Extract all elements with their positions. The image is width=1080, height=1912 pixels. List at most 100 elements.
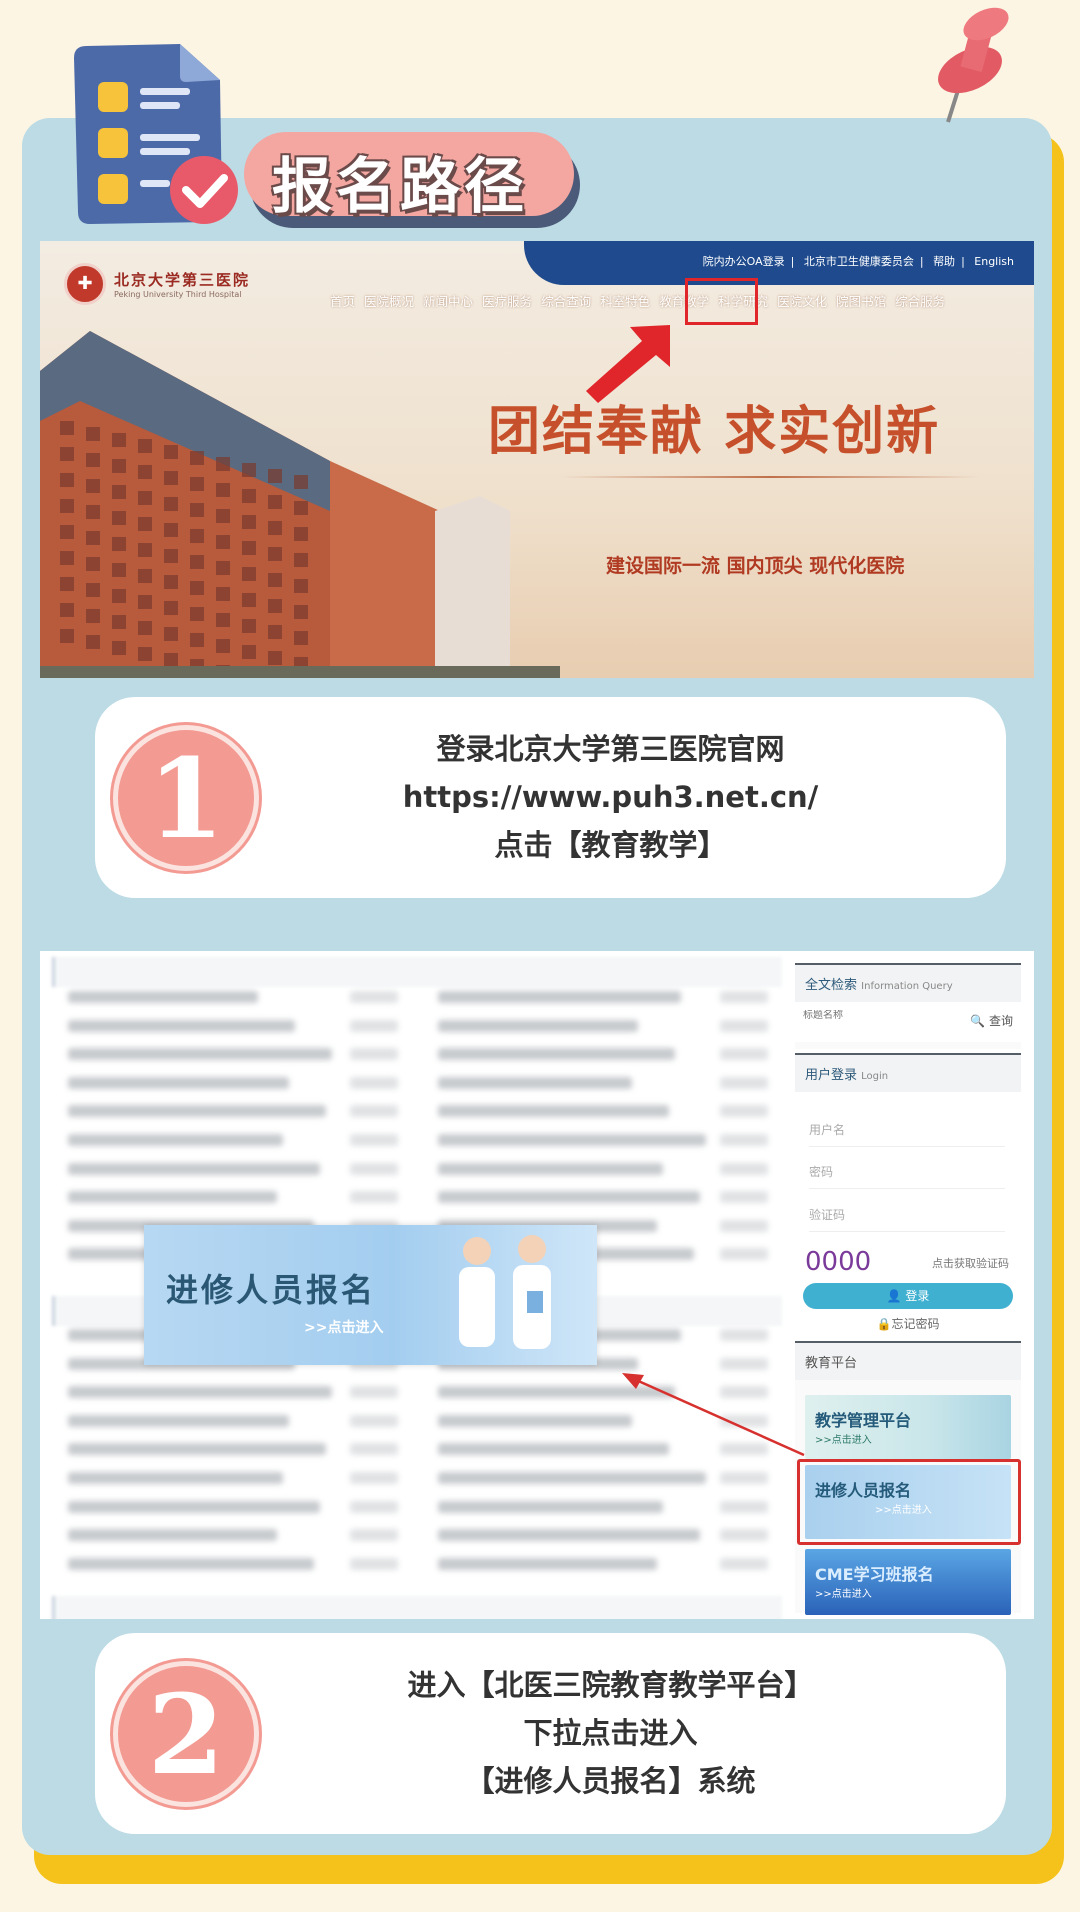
window <box>242 645 256 659</box>
blurred-date <box>350 1048 398 1061</box>
window <box>138 543 152 557</box>
blurred-date <box>720 1329 768 1341</box>
window <box>268 651 282 665</box>
blurred-row <box>68 1134 283 1146</box>
cme-registration-banner[interactable]: CME学习班报名 >>点击进入 <box>805 1549 1011 1615</box>
teaching-management-banner[interactable]: 教学管理平台 >>点击进入 <box>805 1395 1011 1459</box>
checklist-document-icon <box>74 44 238 224</box>
window <box>86 479 100 493</box>
banner-title: CME学习班报名 <box>815 1565 934 1584</box>
captcha-input[interactable]: 验证码 <box>809 1206 1005 1232</box>
window <box>242 567 256 581</box>
window <box>164 471 178 485</box>
doctor-nurse-illustration <box>459 1235 551 1349</box>
blurred-date <box>350 1076 398 1089</box>
top-links: 院内办公OA登录 | 北京市卫生健康委员会 | 帮助 | English <box>702 255 1014 268</box>
slogan: 团结奉献 求实创新 <box>488 402 941 462</box>
window <box>112 459 126 473</box>
window <box>164 653 178 667</box>
window <box>294 501 308 515</box>
nav-item[interactable]: 医院概况 <box>364 291 414 310</box>
blurred-date <box>720 1357 768 1370</box>
window <box>268 599 282 613</box>
captcha-image[interactable]: 0000 <box>805 1247 871 1277</box>
portal-sidebar: 全文检索 Information Query 🔍 查询 用户登录 Login 用… <box>795 963 1021 1615</box>
window <box>86 609 100 623</box>
window <box>138 517 152 531</box>
blurred-date <box>350 1414 398 1427</box>
blurred-row <box>438 1414 632 1427</box>
user-icon: 👤 <box>886 1289 902 1303</box>
blurred-row <box>68 1386 332 1399</box>
blurred-row <box>68 1500 320 1513</box>
login-button[interactable]: 👤 登录 <box>803 1283 1013 1309</box>
step-1-line-3: 点击【教育教学】 <box>494 828 727 862</box>
nav-item[interactable]: 院图书馆 <box>836 291 886 310</box>
window <box>294 631 308 645</box>
oa-login-link[interactable]: 院内办公OA登录 <box>703 255 785 268</box>
window <box>268 625 282 639</box>
trainee-registration-zoomed-banner[interactable]: 进修人员报名 >>点击进入 <box>144 1225 597 1365</box>
get-code-link[interactable]: 点击获取验证码 <box>932 1255 1009 1271</box>
health-commission-link[interactable]: 北京市卫生健康委员会 <box>804 255 914 268</box>
search-title-en: Information Query <box>861 981 953 992</box>
window <box>268 495 282 509</box>
window <box>86 427 100 441</box>
window <box>138 647 152 661</box>
window <box>294 579 308 593</box>
blurred-row <box>68 991 258 1003</box>
window <box>190 451 204 465</box>
overlay-link: >>点击进入 <box>304 1320 384 1336</box>
window <box>86 557 100 571</box>
step-2-card: 2 进入【北医三院教育教学平台】 下拉点击进入 【进修人员报名】系统 <box>95 1633 1006 1834</box>
nav-item[interactable]: 科室特色 <box>600 291 650 310</box>
window <box>216 639 230 653</box>
blurred-row <box>438 1472 706 1484</box>
window <box>242 541 256 555</box>
window <box>268 521 282 535</box>
search-button[interactable]: 🔍 查询 <box>970 1012 1013 1029</box>
window <box>60 525 74 539</box>
search-title: 全文检索 <box>805 978 858 993</box>
window <box>216 587 230 601</box>
checkmark-icon <box>170 156 238 224</box>
window <box>112 641 126 655</box>
blurred-date <box>350 1019 398 1032</box>
blurred-row <box>438 1134 706 1146</box>
nav-item[interactable]: 医疗服务 <box>482 291 532 310</box>
window <box>138 465 152 479</box>
nav-item[interactable]: 综合服务 <box>895 291 945 310</box>
password-input[interactable]: 密码 <box>809 1163 1005 1189</box>
window <box>190 581 204 595</box>
window <box>216 613 230 627</box>
blurred-date <box>720 1500 768 1513</box>
nav-item[interactable]: 首页 <box>330 291 355 310</box>
platform-title: 教育平台 <box>795 1343 1021 1380</box>
english-link[interactable]: English <box>974 255 1014 268</box>
hospital-building-image <box>40 331 560 678</box>
forgot-password-link[interactable]: 🔒忘记密码 <box>795 1315 1021 1332</box>
blurred-row <box>438 1162 663 1175</box>
hospital-logo[interactable]: ✚ 北京大学第三医院 Peking University Third Hospit… <box>64 263 250 305</box>
main-nav: 首页 医院概况 新闻中心 医疗服务 综合查询 科室特色 教育教学 科学研究 医院文化 院图书馆 综合… <box>330 291 945 310</box>
blurred-row <box>438 1105 669 1118</box>
nav-item[interactable]: 综合查询 <box>541 291 591 310</box>
blurred-row <box>68 1076 289 1089</box>
red-arrow-icon <box>622 1373 805 1457</box>
window <box>190 633 204 647</box>
window <box>190 503 204 517</box>
window <box>60 421 74 435</box>
help-link[interactable]: 帮助 <box>933 255 955 268</box>
window <box>216 535 230 549</box>
nav-item[interactable]: 医院文化 <box>777 291 827 310</box>
window <box>60 551 74 565</box>
window <box>242 515 256 529</box>
blurred-date <box>350 1443 398 1456</box>
nav-item[interactable]: 新闻中心 <box>423 291 473 310</box>
hospital-website-link[interactable]: https://www.puh3.net.cn/ <box>403 780 819 814</box>
username-input[interactable]: 用户名 <box>809 1121 1005 1147</box>
search-input[interactable] <box>803 1010 943 1021</box>
blurred-date <box>350 1105 398 1118</box>
window <box>268 469 282 483</box>
window <box>86 505 100 519</box>
